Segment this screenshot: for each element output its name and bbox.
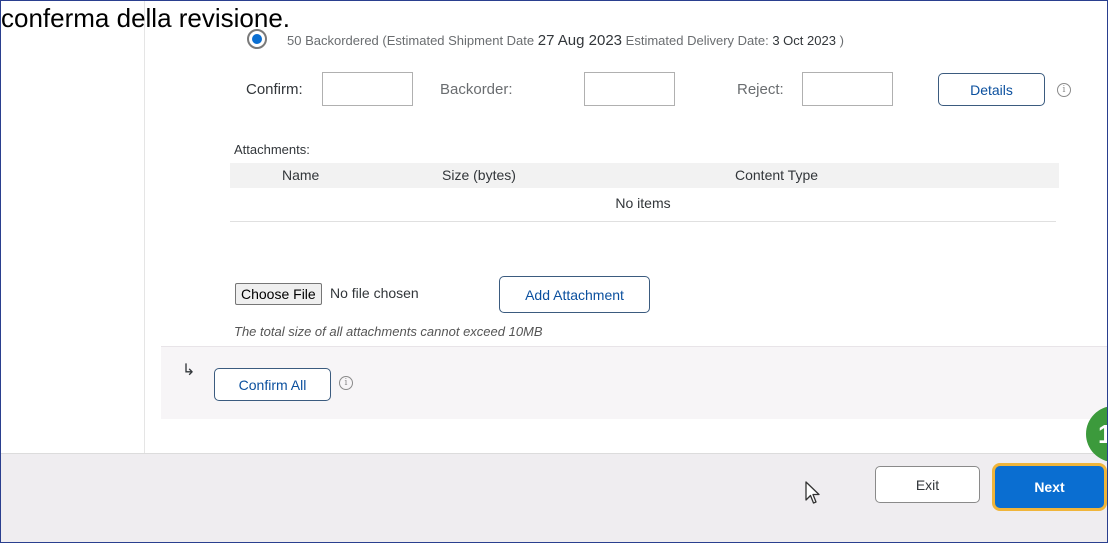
delivery-date: 3 Oct 2023 <box>772 33 836 48</box>
tutorial-caption: conferma della revisione. <box>1 3 291 33</box>
add-attachment-button[interactable]: Add Attachment <box>499 276 650 313</box>
mouse-cursor-icon <box>805 481 820 504</box>
backordered-shipment-info: 50 Backordered (Estimated Shipment Date … <box>287 32 844 49</box>
close-paren: ) <box>839 33 844 48</box>
next-button[interactable]: Next <box>995 466 1104 508</box>
return-arrow-icon: ↳ <box>182 362 196 379</box>
left-sidebar <box>1 1 145 453</box>
info-icon[interactable]: i <box>1057 83 1071 97</box>
column-header-name[interactable]: Name <box>282 167 319 183</box>
app-frame: conferma della revisione. 50 Backordered… <box>0 0 1108 543</box>
details-button[interactable]: Details <box>938 73 1045 106</box>
column-header-content-type[interactable]: Content Type <box>735 167 818 183</box>
attachments-title: Attachments: <box>234 142 310 157</box>
confirm-all-button[interactable]: Confirm All <box>214 368 331 401</box>
attachments-empty-message: No items <box>230 189 1056 222</box>
backorder-quantity-input[interactable] <box>584 72 675 106</box>
shipment-date: 27 Aug 2023 <box>537 32 623 49</box>
delivery-label: Estimated Delivery Date: <box>625 33 769 48</box>
info-icon[interactable]: i <box>339 376 353 390</box>
no-file-chosen-text: No file chosen <box>330 285 419 301</box>
column-header-size[interactable]: Size (bytes) <box>442 167 516 183</box>
attachments-table-header: Name Size (bytes) Content Type <box>230 163 1059 188</box>
attachment-size-limit-note: The total size of all attachments cannot… <box>234 324 543 339</box>
confirm-label: Confirm: <box>246 81 303 98</box>
confirm-quantity-input[interactable] <box>322 72 413 106</box>
reject-label: Reject: <box>737 81 784 98</box>
backorder-label: Backorder: <box>440 81 513 98</box>
reject-quantity-input[interactable] <box>802 72 893 106</box>
backordered-label: 50 Backordered (Estimated Shipment Date <box>287 33 535 48</box>
exit-button[interactable]: Exit <box>875 466 980 503</box>
choose-file-button[interactable]: Choose File <box>235 283 322 305</box>
